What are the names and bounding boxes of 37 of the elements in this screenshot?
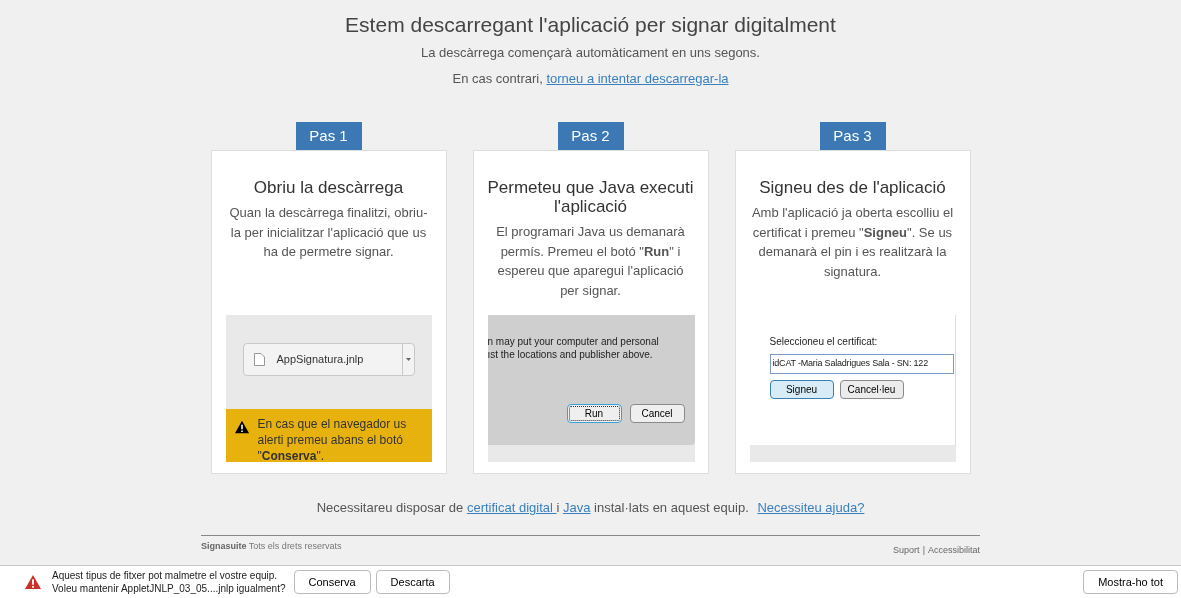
file-icon	[253, 353, 265, 366]
download-warning-text: Voleu mantenir AppletJNLP_03_05....jnlp igualment?	[52, 582, 286, 595]
step-title: Signeu des de l'aplicació	[759, 178, 946, 197]
dialog-text: n may put your computer and personal	[487, 335, 660, 348]
step-title: Obriu la descàrrega	[253, 178, 404, 197]
copyright-text: Signasuite Tots els drets reservats	[201, 539, 342, 553]
footer-link[interactable]: Accessibilitat	[927, 543, 980, 557]
footer-link[interactable]: Suport	[893, 543, 920, 557]
file-name: AppSignatura.jnlp	[276, 352, 365, 368]
help-link[interactable]: Necessiteu ajuda?	[757, 500, 865, 515]
page-title: Estem descarregant l'aplicació per signar digitalment	[345, 12, 836, 38]
dialog-button[interactable]: Run	[566, 404, 622, 423]
dialog-button[interactable]: Cancel	[629, 404, 685, 423]
step-description: Amb l'aplicació ja oberta escolliu el certificat i premeu "Signeu". Se us demanarà el pin i es realitzarà la signatura.	[750, 204, 955, 281]
download-bar-button[interactable]: Descarta	[375, 570, 450, 594]
dialog-label: Seleccioneu el certificat:	[769, 335, 879, 349]
dialog-text: ıst the locations and publisher above.	[487, 348, 654, 361]
retry-text: En cas contrari, torneu a intentar descarregar-la	[452, 69, 729, 88]
retry-link[interactable]: torneu a intentar descarregar-la	[546, 70, 729, 86]
download-bar-button[interactable]: Conserva	[293, 570, 371, 594]
requirements-text: Necessitareu disposar de certificat digital i Java instal·lats en aquest equip. Necessiteu ajuda?	[315, 499, 866, 517]
step-description: Quan la descàrrega finalitzi, obriu-la per inicialitzar l'aplicació que us ha de permetre signar.	[228, 204, 429, 261]
subtitle-text: La descàrrega començarà automàticament en uns segons.	[421, 44, 760, 62]
download-warning-text: Aquest tipus de fitxer pot malmetre el vostre equip.	[52, 569, 279, 582]
warning-text: En cas que el navegador us alerti premeu abans el botó "Conserva".	[257, 416, 408, 462]
step-description: El programari Java us demanarà permís. Premeu el botó "Run" i espereu que aparegui l'aplicació per signar.	[495, 223, 686, 300]
warning-icon	[24, 574, 42, 590]
certificate-field[interactable]: idCAT -Maria Saladrigues Sala - SN: 122	[769, 354, 954, 374]
caret-icon	[405, 358, 411, 361]
warning-icon	[233, 420, 250, 434]
dialog-button[interactable]: Signeu	[769, 380, 834, 399]
footer-separator: |	[922, 543, 925, 557]
show-all-button[interactable]: Mostra-ho tot	[1083, 570, 1178, 594]
java-link[interactable]: Java	[563, 500, 591, 515]
certificate-link[interactable]: certificat digital	[466, 500, 557, 515]
step-title: Permeteu que Java executi l'aplicació	[487, 178, 694, 216]
dialog-button[interactable]: Cancel·leu	[839, 380, 904, 399]
